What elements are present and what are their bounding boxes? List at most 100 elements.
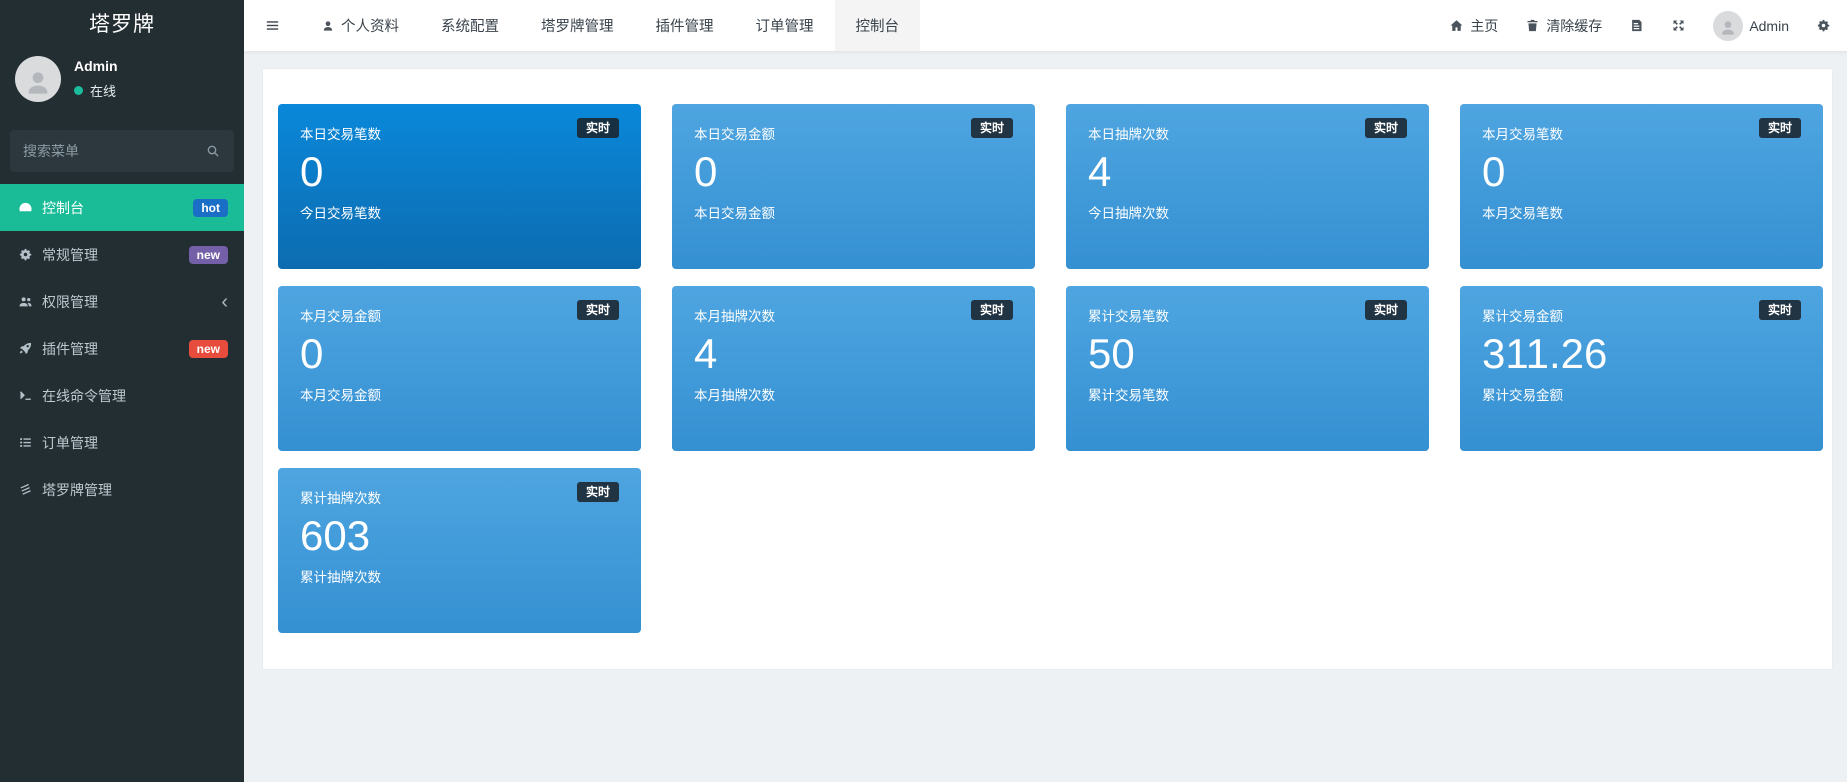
menu-item-badge: new: [189, 246, 228, 264]
navbar-tab[interactable]: 控制台: [835, 0, 921, 51]
sidebar-menu-item[interactable]: 常规管理 new: [0, 231, 244, 278]
sidebar-menu-item[interactable]: 权限管理 ‹: [0, 278, 244, 325]
navbar-user-name: Admin: [1749, 18, 1789, 34]
navbar-tab[interactable]: 插件管理: [635, 0, 735, 51]
stat-card-value: 603: [300, 512, 619, 560]
stat-card[interactable]: 本月交易金额 实时 0 本月交易金额: [278, 286, 641, 451]
cogs-icon: [18, 247, 42, 262]
menu-item-label: 插件管理: [42, 339, 98, 359]
navbar-right: 主页 清除缓存 Admin: [1449, 0, 1831, 51]
user-panel: Admin 在线: [0, 46, 244, 114]
home-icon: [1449, 18, 1464, 33]
menu-item-label: 控制台: [42, 198, 84, 218]
clear-cache-label: 清除缓存: [1546, 16, 1602, 36]
navbar-tab[interactable]: 订单管理: [735, 0, 835, 51]
stat-card-label: 本月交易金额: [300, 384, 619, 404]
sidebar-menu-item[interactable]: 塔罗牌管理: [0, 466, 244, 513]
realtime-badge: 实时: [971, 300, 1013, 320]
stat-card-title: 累计抽牌次数: [300, 482, 381, 507]
stat-card-title: 本月交易金额: [300, 300, 381, 325]
navbar-tab[interactable]: 塔罗牌管理: [520, 0, 635, 51]
stat-card-label: 今日抽牌次数: [1088, 202, 1407, 222]
navbar-tab-label: 插件管理: [656, 15, 714, 36]
dashboard-panel: 本日交易笔数 实时 0 今日交易笔数 本日交易金额 实时 0 本日交易金额: [262, 68, 1833, 670]
user-name: Admin: [74, 58, 118, 74]
person-icon: [22, 59, 54, 99]
realtime-badge: 实时: [577, 118, 619, 138]
stat-card-value: 311.26: [1482, 330, 1801, 378]
page-background: 本日交易笔数 实时 0 今日交易笔数 本日交易金额 实时 0 本日交易金额: [244, 52, 1847, 782]
sidebar-menu-item[interactable]: 在线命令管理: [0, 372, 244, 419]
expand-icon: [1671, 18, 1686, 33]
docs-icon: [1629, 18, 1644, 33]
chevron-left-icon: ‹: [221, 292, 228, 312]
stat-card-value: 0: [1482, 148, 1801, 196]
docs-button[interactable]: [1629, 18, 1644, 33]
person-icon: [1718, 13, 1738, 38]
navbar-tab-label: 控制台: [856, 15, 900, 36]
realtime-badge: 实时: [1365, 300, 1407, 320]
avatar: [15, 56, 61, 102]
top-navbar: 个人资料 系统配置 塔罗牌管理 插件管理 订单管理 控制台 主页: [244, 0, 1847, 52]
stat-card[interactable]: 累计抽牌次数 实时 603 累计抽牌次数: [278, 468, 641, 633]
stats-card-grid: 本日交易笔数 实时 0 今日交易笔数 本日交易金额 实时 0 本日交易金额: [278, 104, 1818, 633]
rocket-icon: [18, 341, 42, 356]
list-icon: [18, 435, 42, 450]
sidebar-menu-item[interactable]: 订单管理: [0, 419, 244, 466]
clear-cache-button[interactable]: 清除缓存: [1525, 16, 1602, 36]
stat-card-title: 本日交易金额: [694, 118, 775, 143]
stat-card[interactable]: 累计交易金额 实时 311.26 累计交易金额: [1460, 286, 1823, 451]
fullscreen-button[interactable]: [1671, 18, 1686, 33]
sidebar: 塔罗牌 Admin 在线 控制台 hot 常规管理 new: [0, 0, 244, 782]
brand-title: 塔罗牌: [0, 0, 244, 46]
realtime-badge: 实时: [577, 300, 619, 320]
sidebar-search: [10, 130, 234, 172]
home-button[interactable]: 主页: [1449, 16, 1498, 36]
stat-card[interactable]: 本日交易笔数 实时 0 今日交易笔数: [278, 104, 641, 269]
realtime-badge: 实时: [971, 118, 1013, 138]
menu-item-label: 在线命令管理: [42, 386, 126, 406]
sidebar-menu-item[interactable]: 插件管理 new: [0, 325, 244, 372]
stat-card[interactable]: 本日交易金额 实时 0 本日交易金额: [672, 104, 1035, 269]
stat-card[interactable]: 本日抽牌次数 实时 4 今日抽牌次数: [1066, 104, 1429, 269]
user-status: 在线: [74, 81, 118, 100]
stat-card[interactable]: 本月交易笔数 实时 0 本月交易笔数: [1460, 104, 1823, 269]
navbar-tab[interactable]: 个人资料: [300, 0, 420, 51]
home-label: 主页: [1470, 16, 1498, 36]
stat-card-label: 累计交易笔数: [1088, 384, 1407, 404]
menu-item-badge: hot: [193, 199, 228, 217]
menu-item-label: 常规管理: [42, 245, 98, 265]
stat-card-title: 本日交易笔数: [300, 118, 381, 143]
stat-card-title: 累计交易笔数: [1088, 300, 1169, 325]
stat-card[interactable]: 本月抽牌次数 实时 4 本月抽牌次数: [672, 286, 1035, 451]
stat-card-title: 本日抽牌次数: [1088, 118, 1169, 143]
settings-button[interactable]: [1816, 18, 1831, 33]
avatar: [1713, 11, 1743, 41]
stat-card-title: 本月抽牌次数: [694, 300, 775, 325]
tarot-icon: [18, 482, 42, 497]
sidebar-menu: 控制台 hot 常规管理 new 权限管理 ‹ 插件管理 new 在线命: [0, 184, 244, 513]
realtime-badge: 实时: [1759, 300, 1801, 320]
user-menu[interactable]: Admin: [1713, 11, 1789, 41]
search-icon[interactable]: [205, 143, 221, 159]
hamburger-icon: [264, 17, 281, 34]
menu-item-badge: new: [189, 340, 228, 358]
search-input[interactable]: [23, 143, 205, 159]
stat-card[interactable]: 累计交易笔数 实时 50 累计交易笔数: [1066, 286, 1429, 451]
stat-card-value: 0: [300, 330, 619, 378]
stat-card-label: 累计抽牌次数: [300, 566, 619, 586]
stat-card-label: 累计交易金额: [1482, 384, 1801, 404]
stat-card-label: 本月交易笔数: [1482, 202, 1801, 222]
realtime-badge: 实时: [1759, 118, 1801, 138]
menu-item-label: 塔罗牌管理: [42, 480, 112, 500]
navbar-tab-label: 订单管理: [756, 15, 814, 36]
sidebar-menu-item[interactable]: 控制台 hot: [0, 184, 244, 231]
stat-card-label: 今日交易笔数: [300, 202, 619, 222]
navbar-tab-label: 个人资料: [341, 15, 399, 36]
navbar-tab-label: 塔罗牌管理: [541, 15, 614, 36]
sidebar-toggle-button[interactable]: [244, 0, 300, 51]
realtime-badge: 实时: [1365, 118, 1407, 138]
person-icon: [321, 19, 335, 33]
navbar-tab-label: 系统配置: [441, 15, 499, 36]
navbar-tab[interactable]: 系统配置: [420, 0, 520, 51]
